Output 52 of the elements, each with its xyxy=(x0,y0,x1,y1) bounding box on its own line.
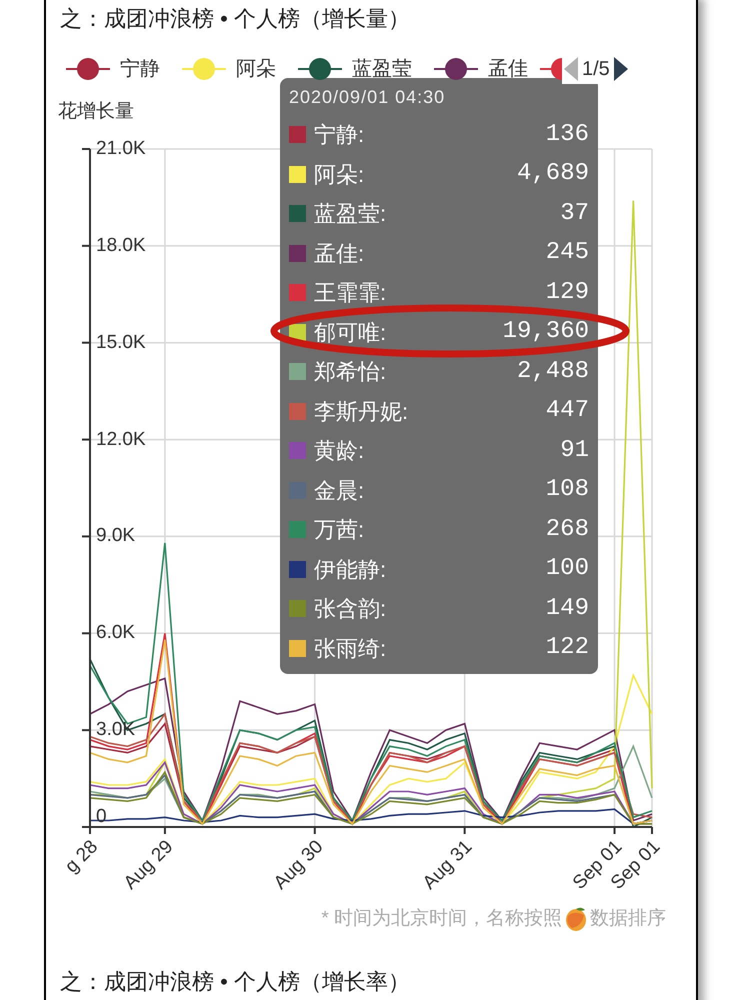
series-value: 129 xyxy=(546,278,589,308)
legend-item[interactable]: 孟佳 xyxy=(434,54,528,84)
series-name: 黄龄: xyxy=(314,437,364,466)
series-value: 122 xyxy=(546,633,589,664)
x-tick-label: Aug 29 xyxy=(120,837,178,894)
series-name: 王霏霏: xyxy=(314,279,386,308)
chart-title: 之：成团冲浪榜 • 个人榜（增长量） xyxy=(59,5,410,32)
mango-icon xyxy=(564,906,588,932)
x-tick-label: Aug 31 xyxy=(420,837,477,894)
series-name: 郁可唯: xyxy=(314,318,386,347)
series-value: 136 xyxy=(546,120,589,150)
y-axis-label: 花增长量 xyxy=(58,100,134,124)
series-value: 100 xyxy=(546,554,589,584)
series-name: 张雨绮: xyxy=(314,634,386,663)
y-tick-label: 21.0K xyxy=(96,139,146,159)
footnote-text: * 时间为北京时间，名称按照 xyxy=(321,906,562,931)
series-value: 149 xyxy=(546,594,589,624)
y-tick-label: 6.0K xyxy=(96,623,136,644)
legend-item[interactable]: 阿朵 xyxy=(182,54,276,84)
x-tick-label: g 28 xyxy=(62,837,102,878)
series-name: 万茜: xyxy=(314,516,364,544)
series-name: 阿朵: xyxy=(314,160,364,189)
footnote-text: 数据排序 xyxy=(590,906,666,931)
series-name: 李斯丹妮: xyxy=(314,398,408,426)
legend-item[interactable]: 宁静 xyxy=(66,54,160,84)
series-name: 蓝盈莹: xyxy=(314,200,386,228)
series-name: 伊能静: xyxy=(314,556,386,584)
series-name: 郑希怡: xyxy=(314,358,386,386)
series-value: 245 xyxy=(546,238,589,268)
series-value: 268 xyxy=(546,514,589,545)
tooltip-header: 2020/09/01 04:30 xyxy=(289,86,446,109)
next-page-icon[interactable] xyxy=(614,57,628,81)
y-tick-label: 3.0K xyxy=(96,720,136,740)
x-tick-label: Aug 30 xyxy=(270,837,327,894)
series-name: 宁静: xyxy=(314,121,364,150)
series-name: 张含韵: xyxy=(314,595,386,624)
y-tick-label: 15.0K xyxy=(96,332,146,353)
series-value: 108 xyxy=(546,475,589,506)
series-value: 91 xyxy=(560,436,589,466)
series-name: 孟佳: xyxy=(314,240,364,268)
series-value: 37 xyxy=(560,198,589,229)
legend-item[interactable]: 蓝盈莹 xyxy=(298,54,412,84)
y-tick-label: 9.0K xyxy=(96,526,136,546)
series-value: 4,689 xyxy=(516,159,589,190)
series-value: 19,360 xyxy=(502,317,589,348)
y-tick-label: 12.0K xyxy=(96,430,146,450)
page-indicator: 1/5 xyxy=(582,57,610,82)
section-title: 之：成团冲浪榜 • 个人榜（增长率） xyxy=(59,968,410,996)
series-value: 447 xyxy=(546,396,589,426)
y-tick-label: 18.0K xyxy=(96,236,146,256)
series-value: 2,488 xyxy=(516,356,589,387)
series-name: 金晨: xyxy=(314,476,364,505)
